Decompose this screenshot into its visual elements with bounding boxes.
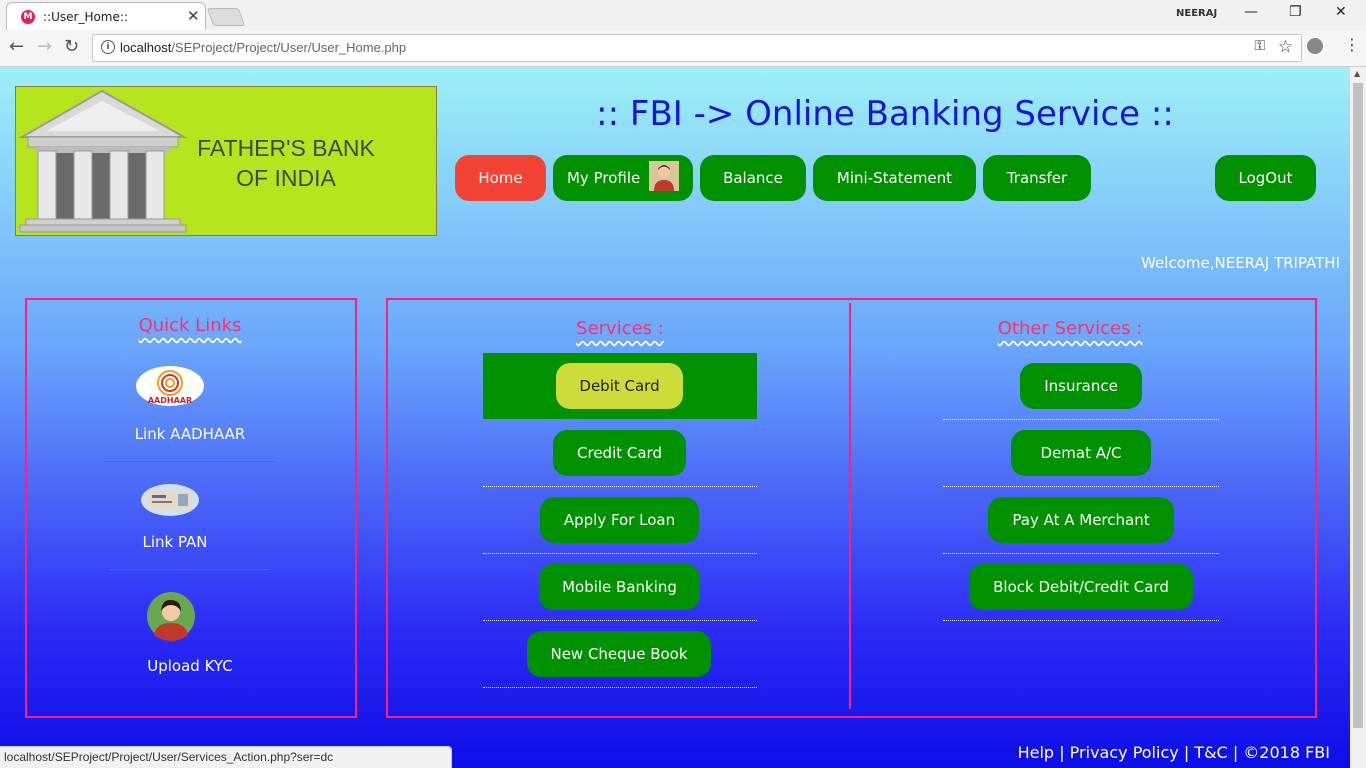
upload-kyc-link[interactable]: Upload KYC — [100, 657, 280, 675]
footer-separator: | — [1183, 743, 1190, 762]
welcome-message: Welcome,NEERAJ TRIPATHI — [1141, 254, 1340, 272]
separator-line — [483, 486, 757, 487]
new-cheque-book-button[interactable]: New Cheque Book — [527, 631, 711, 677]
mobile-banking-button[interactable]: Mobile Banking — [539, 564, 700, 610]
page-scrollbar[interactable]: ▲ — [1350, 67, 1366, 768]
url-text[interactable]: localhost/SEProject/Project/User/User_Ho… — [120, 40, 406, 55]
bank-building-icon — [18, 89, 188, 233]
footer-separator: | — [1059, 743, 1065, 762]
nav-transfer-button[interactable]: Transfer — [983, 155, 1091, 201]
reload-icon[interactable]: ↻ — [64, 36, 79, 57]
restore-icon[interactable]: ❐ — [1289, 4, 1302, 20]
pan-card-icon[interactable] — [140, 483, 200, 517]
separator-line — [483, 553, 757, 554]
browser-profile-name[interactable]: NEERAJ — [1176, 8, 1217, 19]
separator-line — [943, 419, 1219, 420]
link-aadhaar-link[interactable]: Link AADHAAR — [100, 425, 280, 443]
tab-favicon-icon: M — [21, 10, 35, 24]
scroll-up-arrow-icon[interactable]: ▲ — [1354, 69, 1360, 78]
address-bar[interactable]: i localhost/SEProject/Project/User/User_… — [92, 34, 1302, 62]
status-bar-url: localhost/SEProject/Project/User/Service… — [0, 746, 452, 768]
aadhaar-logo-text: AADHAAR — [148, 396, 192, 405]
bank-logo: FATHER'S BANK OF INDIA — [15, 86, 437, 236]
quick-links-divider — [110, 569, 270, 570]
page-title: :: FBI -> Online Banking Service :: — [596, 94, 1174, 134]
browser-tab-bar: M ::User_Home:: ✕ NEERAJ — ❐ ✕ — [0, 0, 1366, 31]
quick-links-title: Quick Links — [138, 315, 242, 336]
logo-text: FATHER'S BANK OF INDIA — [176, 133, 396, 193]
services-title: Services : — [576, 318, 664, 339]
logo-line2: OF INDIA — [236, 165, 336, 191]
separator-line — [943, 486, 1219, 487]
browser-tab[interactable]: M ::User_Home:: ✕ — [6, 2, 206, 31]
credit-card-button[interactable]: Credit Card — [553, 430, 686, 476]
separator-line — [943, 620, 1219, 621]
tab-title: ::User_Home:: — [43, 10, 128, 24]
nav-my-profile-label: My Profile — [566, 169, 641, 187]
apply-for-loan-button[interactable]: Apply For Loan — [540, 497, 699, 543]
services-divider — [849, 303, 851, 709]
nav-mini-statement-button[interactable]: Mini-Statement — [813, 155, 976, 201]
footer-copyright: ©2018 FBI — [1243, 743, 1330, 762]
scrollbar-thumb[interactable] — [1353, 83, 1363, 728]
back-icon[interactable]: ← — [9, 36, 24, 57]
demat-account-button[interactable]: Demat A/C — [1011, 430, 1151, 476]
footer-privacy-link[interactable]: Privacy Policy — [1070, 743, 1179, 762]
kyc-avatar-icon[interactable] — [146, 591, 196, 641]
bookmark-star-icon[interactable]: ☆ — [1278, 37, 1293, 57]
new-tab-button[interactable] — [206, 8, 246, 26]
pay-at-merchant-button[interactable]: Pay At A Merchant — [988, 497, 1174, 543]
key-icon[interactable]: ⚿ — [1254, 38, 1265, 54]
separator-line — [943, 553, 1219, 554]
link-pan-link[interactable]: Link PAN — [85, 533, 265, 551]
site-info-icon[interactable]: i — [101, 40, 115, 54]
nav-balance-button[interactable]: Balance — [700, 155, 806, 201]
nav-home-button[interactable]: Home — [455, 155, 546, 201]
logout-button[interactable]: LogOut — [1215, 155, 1316, 201]
logo-line1: FATHER'S BANK — [197, 135, 375, 161]
footer-help-link[interactable]: Help — [1018, 743, 1054, 762]
footer-separator: | — [1232, 743, 1239, 762]
debit-card-button[interactable]: Debit Card — [556, 363, 683, 409]
minimize-icon[interactable]: — — [1244, 4, 1258, 20]
browser-toolbar: ← → ↻ i localhost/SEProject/Project/User… — [0, 30, 1366, 67]
quick-links-divider — [104, 461, 278, 462]
separator-line — [483, 687, 757, 688]
tab-close-icon[interactable]: ✕ — [187, 7, 200, 25]
insurance-button[interactable]: Insurance — [1020, 363, 1142, 409]
block-card-button[interactable]: Block Debit/Credit Card — [969, 564, 1193, 610]
footer-links: Help | Privacy Policy | T&C | ©2018 FBI — [1000, 743, 1330, 762]
aadhaar-logo-icon[interactable]: AADHAAR — [135, 365, 205, 407]
footer-tc-link[interactable]: T&C — [1194, 743, 1227, 762]
other-services-title: Other Services : — [997, 318, 1143, 339]
browser-menu-icon[interactable]: ⋮ — [1344, 35, 1360, 54]
extension-icon[interactable] — [1307, 38, 1323, 54]
nav-my-profile-button[interactable]: My Profile — [553, 155, 693, 201]
separator-line — [483, 620, 757, 621]
window-close-icon[interactable]: ✕ — [1335, 4, 1347, 20]
forward-icon[interactable]: → — [37, 36, 52, 57]
profile-avatar-icon — [649, 160, 679, 191]
page-viewport: FATHER'S BANK OF INDIA :: FBI -> Online … — [0, 67, 1350, 768]
